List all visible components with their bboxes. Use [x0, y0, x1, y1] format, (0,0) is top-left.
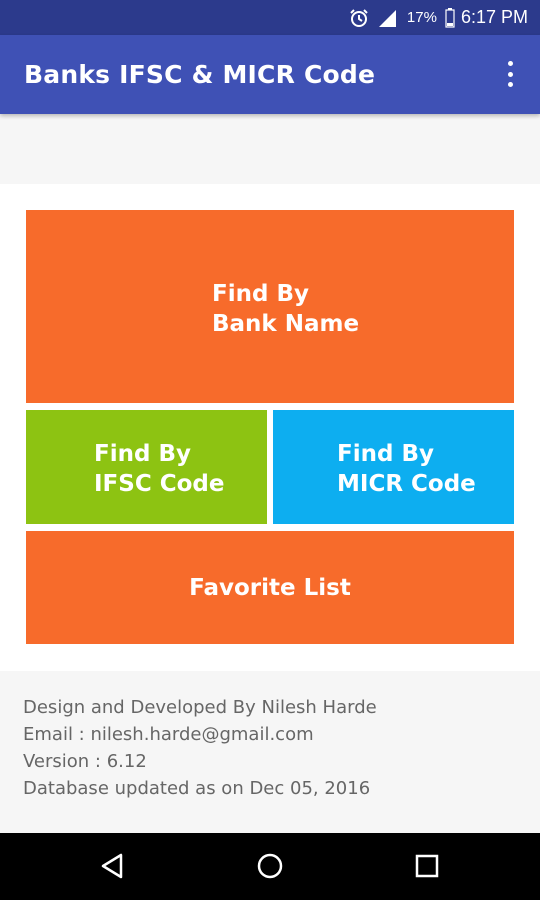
app-info: Design and Developed By Nilesh Harde Ema… [23, 694, 377, 802]
tile-line: Find By [94, 441, 191, 467]
find-by-ifsc-code-button[interactable]: Find By IFSC Code [26, 410, 267, 524]
find-by-bank-name-button[interactable]: Find By Bank Name [26, 210, 514, 403]
alarm-icon [349, 8, 369, 28]
home-icon[interactable] [254, 850, 286, 882]
version-text: Version : 6.12 [23, 751, 147, 772]
favorite-list-button[interactable]: Favorite List [26, 531, 514, 644]
back-icon[interactable] [97, 850, 129, 882]
clock: 6:17 PM [460, 7, 528, 27]
status-bar: 17% 6:17 PM [0, 0, 540, 35]
more-vert-icon[interactable] [498, 57, 522, 91]
find-by-micr-code-button[interactable]: Find By MICR Code [273, 410, 514, 524]
app-bar: Banks IFSC & MICR Code [0, 35, 540, 114]
app-title: Banks IFSC & MICR Code [24, 60, 376, 89]
tile-line: MICR Code [337, 471, 476, 497]
developer-text: Design and Developed By Nilesh Harde [23, 697, 377, 718]
recent-apps-icon[interactable] [411, 850, 443, 882]
email-text: Email : nilesh.harde@gmail.com [23, 724, 314, 745]
tile-line: Find By [337, 441, 434, 467]
tile-line: Find By [212, 281, 309, 307]
battery-icon [445, 7, 455, 28]
tile-line: IFSC Code [94, 471, 225, 497]
database-text: Database updated as on Dec 05, 2016 [23, 778, 371, 799]
battery-percent: 17% [406, 9, 437, 26]
navigation-bar [0, 833, 540, 900]
favorite-list-label: Favorite List [189, 574, 351, 601]
signal-icon [377, 8, 397, 28]
tile-line: Bank Name [212, 311, 360, 337]
